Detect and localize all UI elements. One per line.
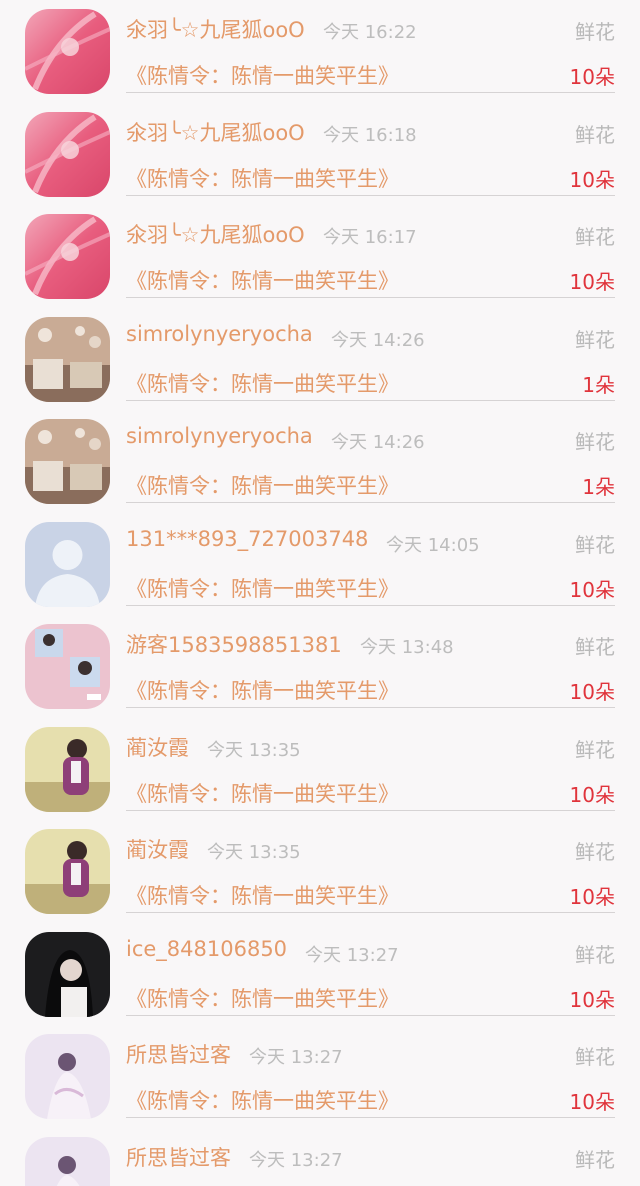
gift-type-label: 鲜花 xyxy=(575,942,615,967)
gift-count: 1朵 xyxy=(582,475,615,499)
divider xyxy=(126,809,615,811)
divider xyxy=(126,92,615,93)
list-item[interactable]: simrolynyeryocha 今天 14:26 鲜花 《陈情令：陈情一曲笑平… xyxy=(0,410,640,513)
pink-collage-avatar[interactable] xyxy=(25,624,110,709)
username[interactable]: 蔺汝霞 xyxy=(126,834,189,864)
timestamp: 今天 13:35 xyxy=(207,739,301,761)
gift-type-label: 鲜花 xyxy=(575,327,615,352)
work-title[interactable]: 《陈情令：陈情一曲笑平生》 xyxy=(126,265,399,295)
gift-type-label: 鲜花 xyxy=(575,532,615,557)
username[interactable]: 游客1583598851381 xyxy=(126,629,342,659)
username[interactable]: simrolynyeryocha xyxy=(126,424,313,448)
gift-type-label: 鲜花 xyxy=(575,737,615,762)
gift-count: 10朵 xyxy=(569,885,615,909)
gift-count: 10朵 xyxy=(569,987,615,1012)
room-photo-avatar[interactable] xyxy=(25,419,110,504)
divider xyxy=(126,1014,615,1016)
work-title[interactable]: 《陈情令：陈情一曲笑平生》 xyxy=(126,1085,399,1115)
timestamp: 今天 13:27 xyxy=(249,1149,343,1171)
username[interactable]: 蔺汝霞 xyxy=(126,732,189,762)
username[interactable]: 所思皆过客 xyxy=(126,1142,231,1172)
list-item[interactable]: 蔺汝霞 今天 13:35 鲜花 《陈情令：陈情一曲笑平生》 10朵 xyxy=(0,820,640,923)
work-title[interactable]: 《陈情令：陈情一曲笑平生》 xyxy=(126,368,399,398)
username[interactable]: 所思皆过客 xyxy=(126,1039,231,1069)
username[interactable]: 氽羽╰☆九尾狐ooO xyxy=(126,117,305,147)
timestamp: 今天 16:17 xyxy=(323,227,417,248)
lavender-figure-avatar[interactable] xyxy=(25,1136,110,1186)
room-photo-avatar[interactable] xyxy=(25,316,110,402)
gift-type-label: 鲜花 xyxy=(575,225,615,249)
list-item[interactable]: 所思皆过客 今天 13:27 鲜花 《陈情令：陈情一曲笑平生》 10朵 xyxy=(0,1025,640,1128)
gift-count: 1朵 xyxy=(582,372,615,397)
username[interactable]: 氽羽╰☆九尾狐ooO xyxy=(126,14,305,44)
pink-feather-avatar[interactable] xyxy=(25,111,110,197)
timestamp: 今天 13:48 xyxy=(360,637,454,658)
timestamp: 今天 14:05 xyxy=(386,534,480,556)
timestamp: 今天 13:27 xyxy=(305,944,399,966)
work-title[interactable]: 《陈情令：陈情一曲笑平生》 xyxy=(126,60,399,90)
gift-count: 10朵 xyxy=(569,680,615,704)
work-title[interactable]: 《陈情令：陈情一曲笑平生》 xyxy=(126,163,399,193)
divider xyxy=(126,604,615,606)
girl-outdoor-avatar[interactable] xyxy=(25,726,110,812)
username[interactable]: simrolynyeryocha xyxy=(126,322,313,346)
gift-count: 10朵 xyxy=(569,1090,615,1114)
gift-record-list[interactable]: 氽羽╰☆九尾狐ooO 今天 16:22 鲜花 《陈情令：陈情一曲笑平生》 10朵… xyxy=(0,0,640,1186)
divider xyxy=(126,297,615,298)
timestamp: 今天 13:27 xyxy=(249,1047,343,1068)
work-title[interactable]: 《陈情令：陈情一曲笑平生》 xyxy=(126,880,399,910)
work-title[interactable]: 《陈情令：陈情一曲笑平生》 xyxy=(126,983,399,1013)
dark-portrait-avatar[interactable] xyxy=(25,931,110,1017)
divider xyxy=(126,912,615,913)
list-item[interactable]: ice_848106850 今天 13:27 鲜花 《陈情令：陈情一曲笑平生》 … xyxy=(0,923,640,1026)
divider xyxy=(126,707,615,708)
gift-type-label: 鲜花 xyxy=(575,20,615,44)
list-item[interactable]: 所思皆过客 今天 13:27 鲜花 xyxy=(0,1128,640,1186)
work-title[interactable]: 《陈情令：陈情一曲笑平生》 xyxy=(126,778,399,808)
divider xyxy=(126,502,615,503)
work-title[interactable]: 《陈情令：陈情一曲笑平生》 xyxy=(126,573,399,603)
gift-type-label: 鲜花 xyxy=(575,430,615,454)
divider xyxy=(126,194,615,196)
divider xyxy=(126,399,615,401)
work-title[interactable]: 《陈情令：陈情一曲笑平生》 xyxy=(126,675,399,705)
list-item[interactable]: 131***893_727003748 今天 14:05 鲜花 《陈情令：陈情一… xyxy=(0,513,640,616)
timestamp: 今天 16:18 xyxy=(323,124,417,146)
gift-type-label: 鲜花 xyxy=(575,635,615,659)
lavender-figure-avatar[interactable] xyxy=(25,1034,110,1119)
gift-count: 10朵 xyxy=(569,782,615,807)
gift-count: 10朵 xyxy=(569,167,615,192)
username[interactable]: 氽羽╰☆九尾狐ooO xyxy=(126,219,305,249)
list-item[interactable]: 氽羽╰☆九尾狐ooO 今天 16:22 鲜花 《陈情令：陈情一曲笑平生》 10朵 xyxy=(0,0,640,103)
list-item[interactable]: 游客1583598851381 今天 13:48 鲜花 《陈情令：陈情一曲笑平生… xyxy=(0,615,640,718)
gift-count: 10朵 xyxy=(569,577,615,602)
gift-count: 10朵 xyxy=(569,270,615,294)
list-item[interactable]: 氽羽╰☆九尾狐ooO 今天 16:18 鲜花 《陈情令：陈情一曲笑平生》 10朵 xyxy=(0,103,640,206)
gift-type-label: 鲜花 xyxy=(575,1045,615,1069)
timestamp: 今天 13:35 xyxy=(207,842,301,863)
gift-type-label: 鲜花 xyxy=(575,1147,615,1172)
timestamp: 今天 14:26 xyxy=(331,432,425,453)
gift-count: 10朵 xyxy=(569,65,615,89)
pink-feather-avatar[interactable] xyxy=(25,214,110,299)
list-item[interactable]: simrolynyeryocha 今天 14:26 鲜花 《陈情令：陈情一曲笑平… xyxy=(0,308,640,411)
list-item[interactable]: 氽羽╰☆九尾狐ooO 今天 16:17 鲜花 《陈情令：陈情一曲笑平生》 10朵 xyxy=(0,205,640,308)
username[interactable]: 131***893_727003748 xyxy=(126,527,368,551)
gift-type-label: 鲜花 xyxy=(575,122,615,147)
girl-outdoor-avatar[interactable] xyxy=(25,829,110,914)
username[interactable]: ice_848106850 xyxy=(126,937,287,961)
list-item[interactable]: 蔺汝霞 今天 13:35 鲜花 《陈情令：陈情一曲笑平生》 10朵 xyxy=(0,718,640,821)
divider xyxy=(126,1117,615,1118)
pink-feather-avatar[interactable] xyxy=(25,9,110,94)
timestamp: 今天 14:26 xyxy=(331,329,425,351)
gift-type-label: 鲜花 xyxy=(575,840,615,864)
timestamp: 今天 16:22 xyxy=(323,22,417,43)
work-title[interactable]: 《陈情令：陈情一曲笑平生》 xyxy=(126,470,399,500)
default-person-avatar[interactable] xyxy=(25,521,110,607)
